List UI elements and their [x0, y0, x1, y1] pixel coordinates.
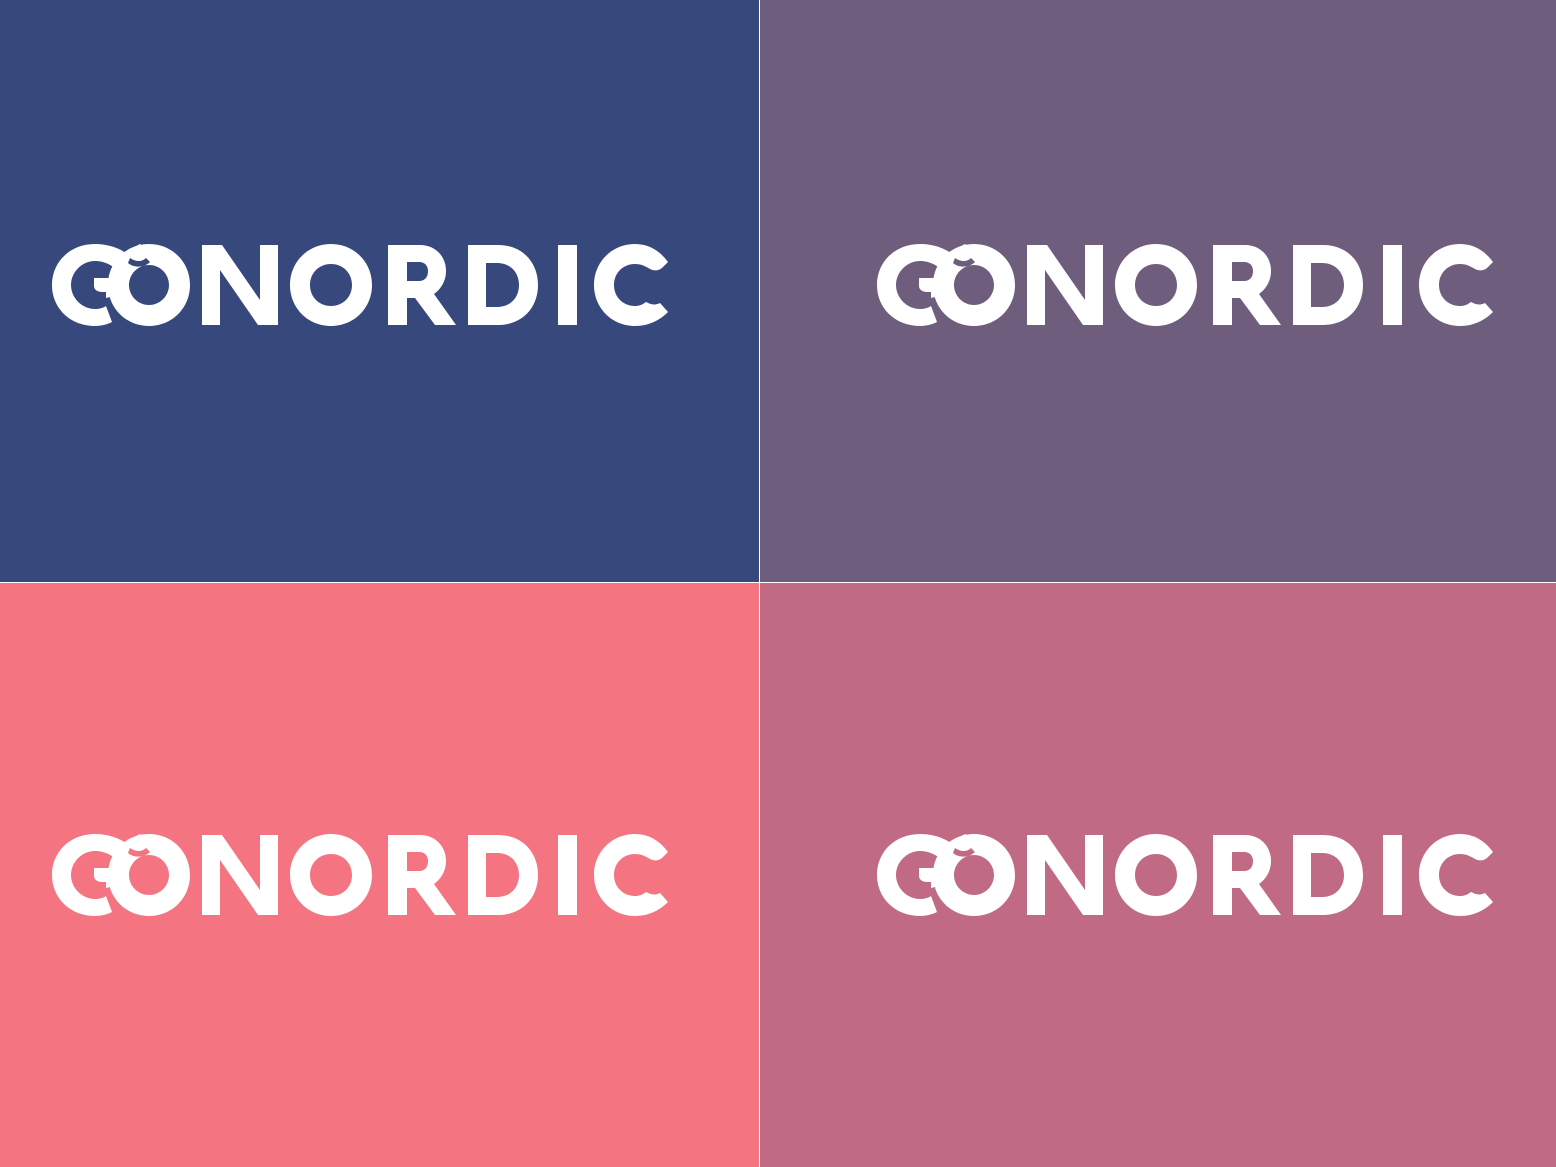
panel-rose: [760, 583, 1556, 1167]
panel-purple: [760, 0, 1556, 582]
logo-color-variants-grid: [0, 0, 1556, 1167]
gonordic-logo: [875, 240, 1495, 330]
panel-navy: [0, 0, 759, 582]
gonordic-logo: [875, 830, 1495, 920]
gonordic-logo: [50, 240, 670, 330]
panel-coral: [0, 583, 759, 1167]
gonordic-logo: [50, 830, 670, 920]
